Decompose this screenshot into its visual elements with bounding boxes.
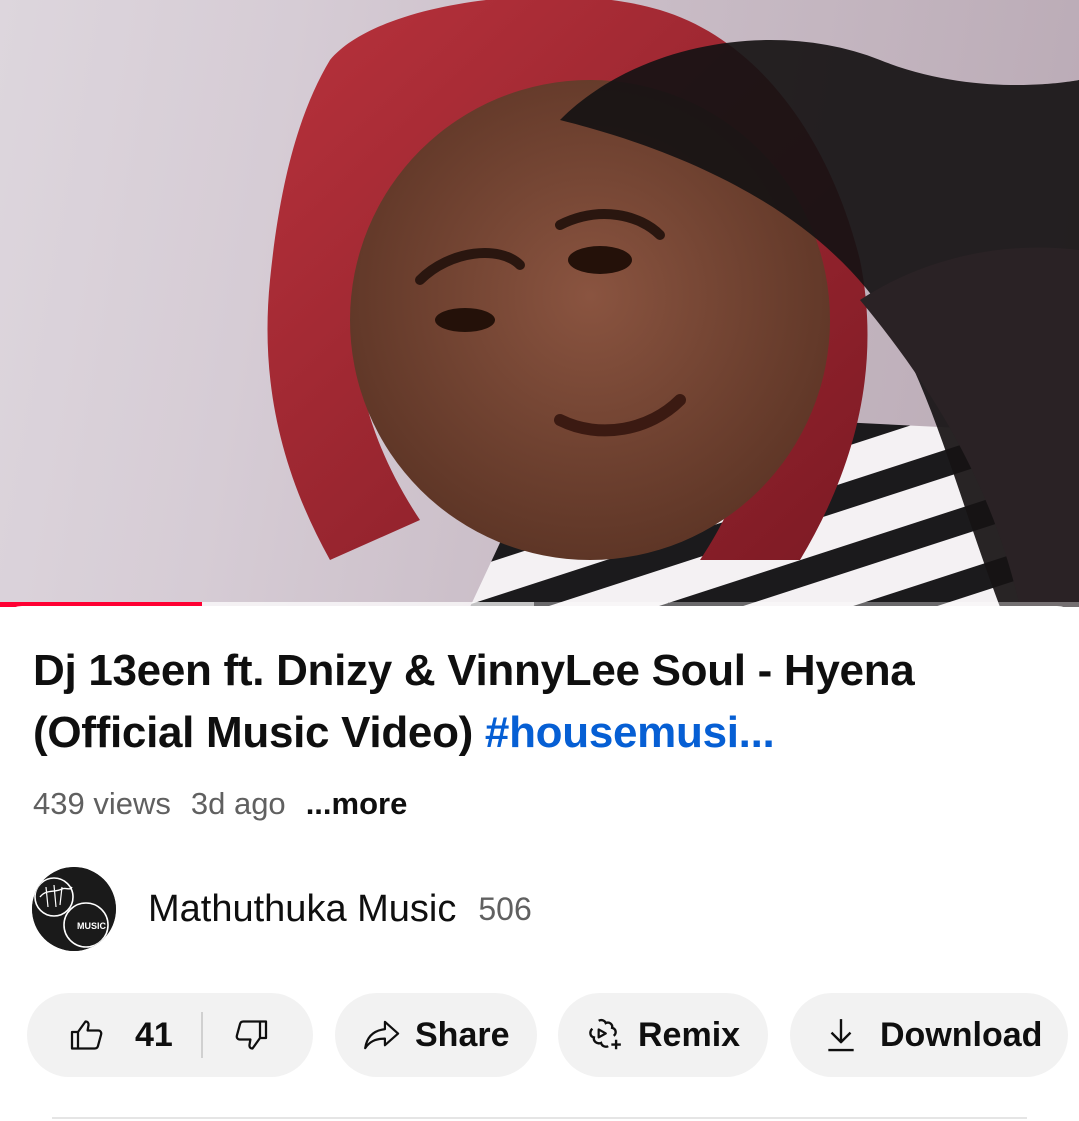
download-button[interactable]: Download (790, 993, 1068, 1077)
share-button[interactable]: Share (335, 993, 537, 1077)
video-player[interactable] (0, 0, 1079, 607)
thumbs-down-icon (235, 1020, 267, 1050)
video-frame (267, 0, 1079, 607)
like-button[interactable]: 41 (27, 993, 173, 1077)
dislike-button[interactable] (233, 993, 269, 1077)
like-divider (200, 1012, 203, 1058)
like-dislike-bar: 41 (27, 993, 313, 1077)
upload-age: 3d ago (190, 786, 286, 821)
video-title[interactable]: Dj 13een ft. Dnizy & VinnyLee Soul - Hye… (33, 640, 1053, 764)
title-hashtag[interactable]: #housemusi... (485, 708, 775, 757)
channel-avatar[interactable]: MUSIC (32, 867, 116, 951)
share-arrow-icon (364, 1020, 400, 1050)
video-meta[interactable]: 439 views 3d ago ...more (33, 784, 407, 824)
remix-icon (589, 1018, 621, 1050)
download-label: Download (880, 1015, 1043, 1054)
like-count: 41 (135, 1015, 173, 1054)
channel-name[interactable]: Mathuthuka Music (148, 888, 456, 931)
view-count: 439 views (33, 786, 171, 821)
channel-row[interactable]: MUSIC Mathuthuka Music 506 (32, 866, 532, 952)
remix-button[interactable]: Remix (558, 993, 768, 1077)
remix-label: Remix (638, 1015, 741, 1054)
channel-logo-icon (32, 867, 116, 951)
download-icon (828, 1019, 854, 1052)
share-label: Share (415, 1015, 510, 1054)
avatar-text: MUSIC (77, 921, 106, 931)
more-link[interactable]: ...more (306, 786, 408, 822)
thumbs-up-icon (70, 1020, 103, 1050)
section-divider (52, 1117, 1027, 1119)
subscriber-count: 506 (478, 890, 532, 927)
title-text: Dj 13een ft. Dnizy & VinnyLee Soul - Hye… (33, 646, 915, 757)
